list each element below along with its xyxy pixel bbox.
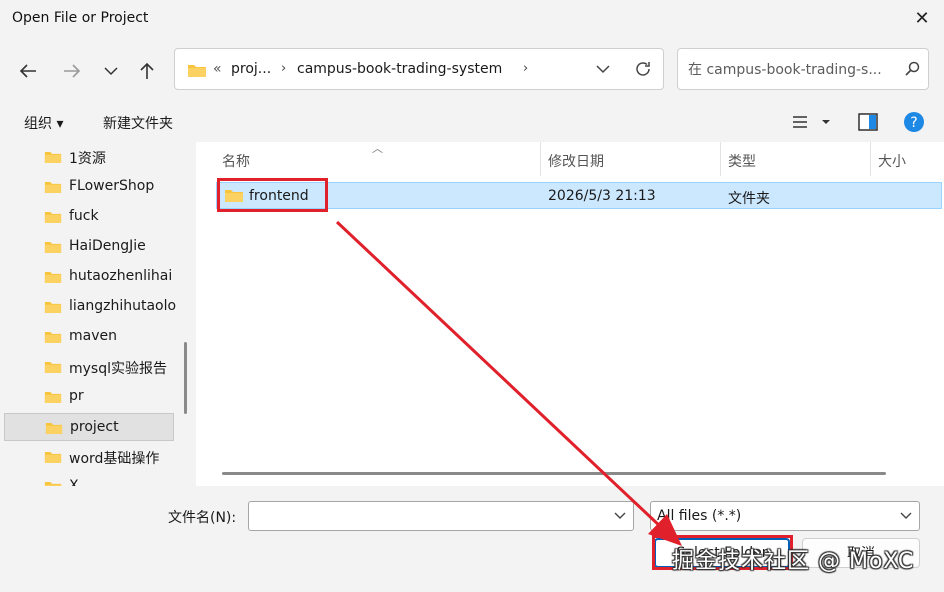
annotation-arrow-icon: [335, 220, 682, 546]
watermark-text: 掘金技术社区 @ MoXC: [672, 549, 915, 574]
